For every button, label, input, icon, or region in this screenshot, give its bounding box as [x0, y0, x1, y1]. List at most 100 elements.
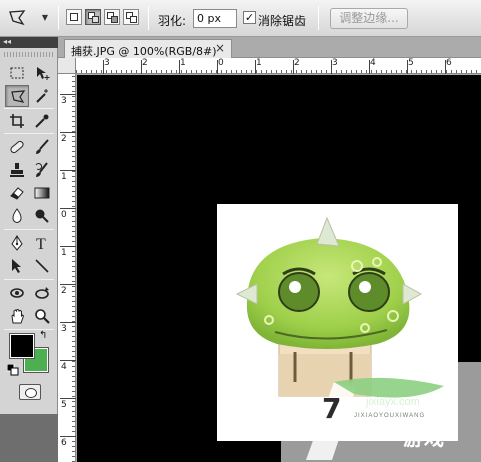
crop-tool[interactable] — [5, 110, 29, 132]
panel-grip[interactable] — [4, 52, 54, 57]
drop-icon — [12, 208, 22, 223]
options-bar: ▼ 羽化: 0 px ✓ 消除锯齿 调整边缘... — [0, 0, 481, 37]
panel-dock-empty — [0, 414, 58, 462]
stamp-icon — [10, 163, 24, 177]
feather-label: 羽化: — [158, 14, 187, 28]
hand-icon — [11, 308, 25, 324]
ruler-label: 5 — [408, 58, 414, 68]
history-brush-icon — [35, 162, 48, 177]
history-brush-tool[interactable] — [30, 159, 54, 181]
ruler-label: 1 — [256, 58, 262, 68]
ruler-label: 2 — [61, 134, 67, 144]
ruler-label: 3 — [61, 324, 67, 334]
pen-icon — [11, 235, 23, 251]
brush-icon — [36, 139, 49, 154]
horizontal-ruler[interactable]: 3 2 1 0 1 2 3 4 5 6 — [76, 58, 481, 74]
watermark-subtext: JIXIAOYOUXIWANG — [354, 413, 426, 419]
path-selection-tool[interactable] — [5, 255, 29, 277]
swap-colors-icon[interactable]: ↰ — [39, 330, 47, 341]
feather-input[interactable]: 0 px — [193, 9, 237, 28]
polygonal-lasso-tool[interactable] — [5, 85, 29, 107]
ruler-label: 6 — [446, 58, 452, 68]
dodge-icon — [35, 209, 49, 223]
3d-orbit-icon — [35, 287, 49, 299]
line-tool[interactable] — [30, 255, 54, 277]
svg-text:T: T — [36, 236, 46, 251]
subtract-from-selection-button[interactable] — [104, 9, 120, 25]
divider — [148, 6, 149, 30]
3d-rotate-tool[interactable] — [5, 282, 29, 304]
new-selection-button[interactable] — [66, 9, 82, 25]
divider — [58, 6, 59, 30]
add-to-selection-button[interactable] — [85, 9, 101, 25]
zoom-tool[interactable] — [30, 305, 54, 327]
tools-panel: T ↰ — [0, 48, 58, 414]
ruler-label: 1 — [61, 248, 67, 258]
antialias-label: 消除锯齿 — [258, 14, 307, 28]
ruler-label: 3 — [61, 96, 67, 106]
polygonal-lasso-icon — [9, 10, 26, 26]
document-tab-bar: 捕获.JPG @ 100%(RGB/8#) × — [58, 37, 481, 58]
ruler-label: 1 — [180, 58, 186, 68]
close-icon[interactable]: × — [215, 41, 225, 55]
tools-panel-header[interactable]: ◂◂ — [0, 37, 58, 48]
clone-stamp-tool[interactable] — [5, 159, 29, 181]
ruler-label: 6 — [61, 438, 67, 448]
blur-tool[interactable] — [5, 205, 29, 227]
3d-rotate-icon — [10, 288, 24, 298]
ruler-label: 3 — [104, 58, 110, 68]
eraser-tool[interactable] — [5, 182, 29, 204]
watermark-url: jixiayx.com — [366, 396, 420, 408]
eyedropper-tool[interactable] — [30, 110, 54, 132]
quick-mask-button[interactable] — [19, 384, 41, 400]
3d-orbit-tool[interactable] — [30, 282, 54, 304]
watermark-number: 7 — [322, 392, 342, 425]
document-title: 捕获.JPG @ 100%(RGB/8#) — [71, 45, 217, 58]
magic-wand-icon — [36, 89, 48, 103]
brush-tool[interactable] — [30, 136, 54, 158]
move-tool[interactable] — [30, 62, 54, 84]
bandage-icon — [10, 140, 24, 154]
watermark-label: 游戏 — [403, 426, 445, 450]
eyedropper-icon — [35, 114, 49, 128]
gradient-tool[interactable] — [30, 182, 54, 204]
magic-wand-tool[interactable] — [30, 85, 54, 107]
move-icon — [37, 67, 50, 80]
ruler-label: 2 — [142, 58, 148, 68]
type-icon: T — [36, 236, 46, 251]
arrow-icon — [12, 259, 21, 273]
magnifier-icon — [35, 309, 50, 324]
document-tab[interactable]: 捕获.JPG @ 100%(RGB/8#) × — [64, 39, 232, 58]
line-icon — [35, 259, 49, 273]
type-tool[interactable]: T — [30, 232, 54, 254]
ruler-label: 2 — [61, 286, 67, 296]
intersect-selection-button[interactable] — [123, 9, 139, 25]
hand-tool[interactable] — [5, 305, 29, 327]
marquee-tool[interactable] — [5, 62, 29, 84]
rect-marquee-icon — [10, 67, 24, 79]
vertical-ruler[interactable]: 3 2 1 0 1 2 3 4 5 6 — [58, 74, 76, 462]
ruler-label: 4 — [370, 58, 376, 68]
ruler-label: 0 — [61, 210, 67, 220]
refine-edge-button[interactable]: 调整边缘... — [330, 8, 408, 29]
tool-preset-picker[interactable]: ▼ — [4, 5, 50, 31]
foreground-color-swatch[interactable] — [9, 333, 35, 359]
ruler-label: 4 — [61, 362, 67, 372]
crop-icon — [10, 114, 24, 128]
ruler-origin[interactable] — [58, 58, 76, 74]
default-colors-icon[interactable] — [7, 364, 19, 376]
antialias-checkbox[interactable]: ✓ — [243, 11, 256, 24]
healing-brush-tool[interactable] — [5, 136, 29, 158]
dodge-tool[interactable] — [30, 205, 54, 227]
divider — [318, 6, 319, 30]
ruler-label: 0 — [218, 58, 224, 68]
polygonal-lasso-icon — [11, 90, 26, 103]
ruler-label: 3 — [332, 58, 338, 68]
eraser-icon — [10, 187, 24, 200]
ruler-label: 5 — [61, 400, 67, 410]
ruler-label: 2 — [294, 58, 300, 68]
gradient-icon — [34, 187, 50, 199]
chevron-down-icon: ▼ — [41, 13, 48, 22]
new-selection-icon — [70, 13, 78, 21]
pen-tool[interactable] — [5, 232, 29, 254]
